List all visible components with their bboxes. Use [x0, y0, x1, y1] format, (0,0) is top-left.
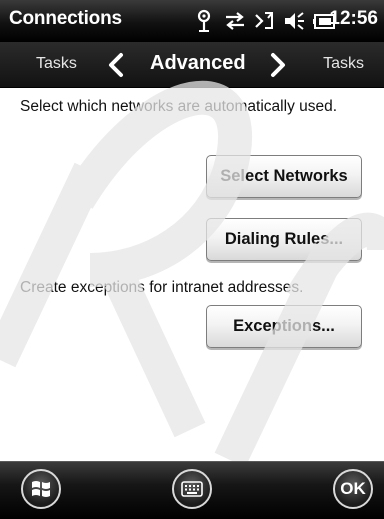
dialing-rules-button[interactable]: Dialing Rules... — [206, 218, 362, 261]
keyboard-icon — [181, 481, 203, 497]
exceptions-button[interactable]: Exceptions... — [206, 305, 362, 348]
clock[interactable]: 12:56 — [329, 8, 378, 30]
tab-advanced[interactable]: Advanced — [150, 52, 246, 75]
tab-tasks-right[interactable]: Tasks — [323, 55, 364, 73]
chevron-right-icon[interactable] — [268, 52, 288, 78]
ok-button[interactable]: OK — [333, 469, 373, 509]
signal-off-icon[interactable] — [253, 9, 275, 33]
tab-tasks-left[interactable]: Tasks — [36, 55, 77, 73]
ok-label: OK — [340, 479, 366, 498]
select-networks-button[interactable]: Select Networks — [206, 155, 362, 198]
app-title: Connections — [9, 8, 122, 29]
keyboard-button[interactable] — [172, 469, 212, 509]
networks-description: Select which networks are automatically … — [20, 98, 338, 115]
bottom-bar: OK — [0, 461, 384, 519]
volume-icon[interactable] — [282, 9, 306, 33]
windows-start-icon — [32, 481, 50, 497]
navigation-bar: Tasks Advanced Tasks — [0, 42, 384, 88]
exceptions-description: Create exceptions for intranet addresses… — [20, 279, 304, 296]
chevron-left-icon[interactable] — [106, 52, 126, 78]
data-transfer-icon[interactable] — [223, 9, 247, 33]
antenna-icon[interactable] — [196, 9, 212, 33]
status-bar: Connections 12:56 — [0, 0, 384, 42]
start-button[interactable] — [21, 469, 61, 509]
